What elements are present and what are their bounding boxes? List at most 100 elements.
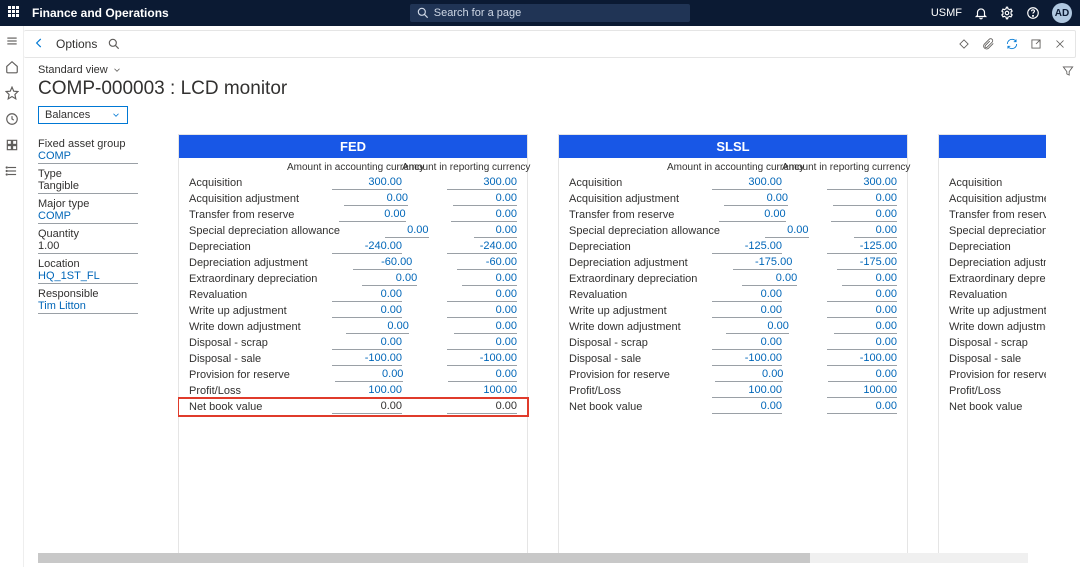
app-launcher-icon[interactable]: [8, 6, 22, 20]
balance-row: Net book value0.000.00: [179, 399, 527, 415]
row-value-reporting[interactable]: 0.00: [454, 320, 517, 334]
row-value-accounting[interactable]: 300.00: [332, 176, 402, 190]
global-header: Finance and Operations Search for a page…: [0, 0, 1080, 26]
row-value-reporting[interactable]: 0.00: [453, 192, 517, 206]
horizontal-scrollbar[interactable]: [38, 553, 1028, 563]
balance-row: Net book value0.00: [939, 399, 1046, 415]
row-value-accounting[interactable]: 0.00: [742, 272, 797, 286]
user-avatar[interactable]: AD: [1052, 3, 1072, 23]
row-value-reporting[interactable]: 0.00: [474, 224, 517, 238]
row-value-accounting[interactable]: 0.00: [712, 336, 782, 350]
field-value[interactable]: Tim Litton: [38, 300, 138, 314]
row-value-accounting[interactable]: -240.00: [332, 240, 402, 254]
row-value-accounting[interactable]: 0.00: [385, 224, 428, 238]
field-label: Location: [38, 258, 178, 270]
options-tab[interactable]: Options: [56, 37, 97, 51]
row-value-accounting[interactable]: 0.00: [724, 192, 788, 206]
field-value[interactable]: HQ_1ST_FL: [38, 270, 138, 284]
row-value-accounting[interactable]: -100.00: [712, 352, 782, 366]
row-value-accounting[interactable]: -175.00: [733, 256, 793, 270]
attach-icon[interactable]: [981, 37, 995, 51]
recent-icon[interactable]: [5, 112, 19, 126]
row-value-reporting[interactable]: 0.00: [447, 400, 517, 414]
row-value-accounting[interactable]: 0.00: [332, 304, 402, 318]
row-value-reporting[interactable]: 0.00: [827, 304, 897, 318]
refresh-icon[interactable]: [1005, 37, 1019, 51]
view-selector[interactable]: Standard view: [38, 64, 1046, 76]
row-value-reporting[interactable]: 0.00: [462, 272, 517, 286]
row-value-reporting[interactable]: 0.00: [834, 320, 897, 334]
field-value[interactable]: COMP: [38, 150, 138, 164]
home-icon[interactable]: [5, 60, 19, 74]
row-value-reporting[interactable]: 0.00: [447, 288, 517, 302]
star-icon[interactable]: [5, 86, 19, 100]
field-value[interactable]: COMP: [38, 210, 138, 224]
gear-icon[interactable]: [1000, 6, 1014, 20]
row-value-reporting[interactable]: 0.00: [447, 304, 517, 318]
row-value-accounting[interactable]: 100.00: [712, 384, 782, 398]
row-value-reporting[interactable]: -100.00: [827, 352, 897, 366]
row-value-reporting[interactable]: 0.00: [827, 288, 897, 302]
row-value-reporting[interactable]: 100.00: [827, 384, 897, 398]
balances-dropdown[interactable]: Balances: [38, 106, 128, 124]
row-value-accounting[interactable]: 0.00: [712, 288, 782, 302]
row-label: Disposal - sale: [569, 353, 667, 366]
row-value-accounting[interactable]: 0.00: [344, 192, 408, 206]
row-value-accounting[interactable]: 0.00: [362, 272, 417, 286]
filter-pane-toggle[interactable]: [1056, 58, 1080, 567]
row-value-accounting[interactable]: 0.00: [332, 400, 402, 414]
row-value-reporting[interactable]: 0.00: [448, 368, 517, 382]
balance-row: Profit/Loss100.00: [939, 383, 1046, 399]
row-value-accounting[interactable]: 0.00: [726, 320, 789, 334]
col-header-accounting: Amount in accounting currency: [667, 162, 782, 173]
row-value-accounting[interactable]: 0.00: [715, 368, 784, 382]
row-value-accounting[interactable]: 0.00: [332, 288, 402, 302]
popout-icon[interactable]: [1029, 37, 1043, 51]
row-value-reporting[interactable]: -175.00: [837, 256, 897, 270]
row-value-reporting[interactable]: 0.00: [451, 208, 517, 222]
row-value-accounting[interactable]: 100.00: [332, 384, 402, 398]
row-value-reporting[interactable]: 0.00: [854, 224, 897, 238]
row-value-reporting[interactable]: -125.00: [827, 240, 897, 254]
global-search[interactable]: Search for a page: [410, 4, 690, 22]
row-value-reporting[interactable]: 100.00: [447, 384, 517, 398]
diamond-icon[interactable]: [957, 37, 971, 51]
row-value-accounting[interactable]: -100.00: [332, 352, 402, 366]
close-icon[interactable]: [1053, 37, 1067, 51]
row-value-accounting[interactable]: 0.00: [712, 400, 782, 414]
scrollbar-thumb[interactable]: [38, 553, 810, 563]
row-label: Depreciation adjustment: [569, 257, 688, 270]
row-value-reporting[interactable]: -100.00: [447, 352, 517, 366]
workspaces-icon[interactable]: [5, 138, 19, 152]
row-value-accounting[interactable]: -125.00: [712, 240, 782, 254]
row-value-accounting[interactable]: 0.00: [332, 336, 402, 350]
row-value-reporting[interactable]: 0.00: [831, 208, 897, 222]
modules-icon[interactable]: [5, 164, 19, 178]
row-value-reporting[interactable]: 0.00: [447, 336, 517, 350]
books-scroll-area[interactable]: FEDAmount in accounting currencyAmount i…: [178, 134, 1046, 553]
help-icon[interactable]: [1026, 6, 1040, 20]
row-value-reporting[interactable]: 0.00: [827, 336, 897, 350]
row-value-reporting[interactable]: 0.00: [842, 272, 897, 286]
row-value-reporting[interactable]: 0.00: [833, 192, 897, 206]
row-value-reporting[interactable]: 300.00: [827, 176, 897, 190]
row-value-reporting[interactable]: -240.00: [447, 240, 517, 254]
hamburger-icon[interactable]: [5, 34, 19, 48]
row-value-accounting[interactable]: 0.00: [719, 208, 785, 222]
row-value-reporting[interactable]: 0.00: [827, 400, 897, 414]
legal-entity[interactable]: USMF: [931, 7, 962, 19]
row-value-accounting[interactable]: 300.00: [712, 176, 782, 190]
row-value-reporting[interactable]: 0.00: [828, 368, 897, 382]
row-value-accounting[interactable]: 0.00: [339, 208, 405, 222]
row-value-accounting[interactable]: 0.00: [346, 320, 409, 334]
row-value-reporting[interactable]: 300.00: [447, 176, 517, 190]
row-value-accounting[interactable]: -60.00: [353, 256, 413, 270]
row-value-reporting[interactable]: -60.00: [457, 256, 517, 270]
search-icon[interactable]: [107, 37, 121, 51]
row-value-accounting[interactable]: 0.00: [712, 304, 782, 318]
bell-icon[interactable]: [974, 6, 988, 20]
back-button[interactable]: [32, 36, 46, 53]
row-value-accounting[interactable]: 0.00: [335, 368, 404, 382]
balance-row: Revaluation0.00: [939, 287, 1046, 303]
row-value-accounting[interactable]: 0.00: [765, 224, 808, 238]
